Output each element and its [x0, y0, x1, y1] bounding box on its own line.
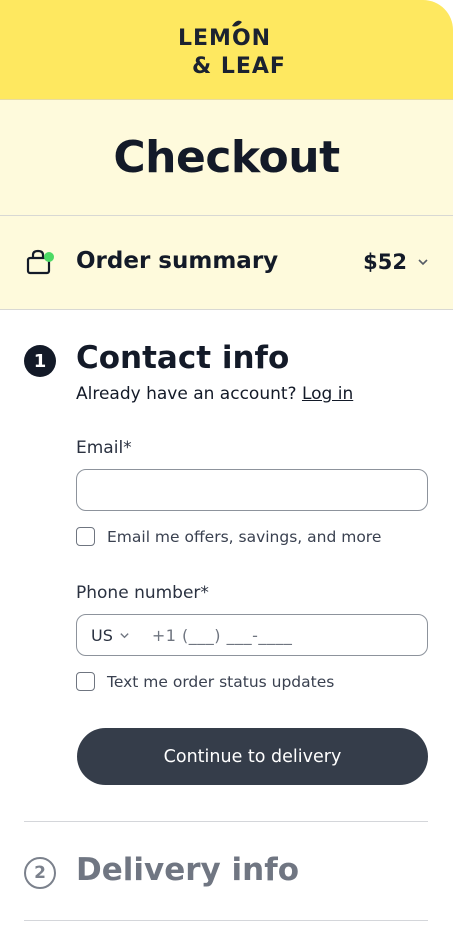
- step-1-badge: 1: [24, 345, 56, 377]
- checkout-page: LEMON & LEAF Checkout Order summary $52 …: [0, 0, 453, 936]
- brand-logo[interactable]: LEMON & LEAF: [178, 20, 285, 82]
- sms-opt-in[interactable]: Text me order status updates: [76, 672, 334, 691]
- account-prompt: Already have an account? Log in: [76, 384, 353, 404]
- logo-text-line2: & LEAF: [192, 54, 286, 79]
- email-opt-in-checkbox[interactable]: [76, 527, 95, 546]
- country-code-value: US: [91, 625, 113, 645]
- email-opt-in-label: Email me offers, savings, and more: [107, 527, 382, 546]
- logo-text-line1: LEMON: [178, 26, 272, 51]
- contact-info-heading: Contact info: [76, 340, 290, 376]
- step-2-badge: 2: [24, 857, 56, 889]
- email-opt-in[interactable]: Email me offers, savings, and more: [76, 527, 381, 546]
- sms-opt-in-checkbox[interactable]: [76, 672, 95, 691]
- section-divider: [24, 821, 428, 822]
- order-total: $52: [363, 250, 407, 274]
- chevron-down-icon: [120, 632, 129, 638]
- delivery-info-heading[interactable]: Delivery info: [76, 852, 299, 888]
- country-code-select[interactable]: US: [91, 626, 130, 645]
- order-summary-label: Order summary: [76, 248, 279, 274]
- chevron-down-icon: [418, 259, 428, 266]
- phone-label: Phone number*: [76, 583, 209, 603]
- email-label: Email*: [76, 438, 132, 458]
- section-divider: [24, 920, 428, 921]
- account-prompt-text: Already have an account?: [76, 384, 297, 404]
- continue-to-delivery-button[interactable]: Continue to delivery: [77, 728, 428, 785]
- phone-number-input[interactable]: +1 (___) ___-____: [152, 626, 293, 645]
- brand-header: LEMON & LEAF: [0, 0, 453, 100]
- title-band: Checkout: [0, 100, 453, 216]
- shopping-bag-icon: [26, 249, 54, 275]
- order-summary-toggle[interactable]: Order summary $52: [0, 216, 453, 310]
- email-input[interactable]: [76, 469, 428, 511]
- phone-field[interactable]: US +1 (___) ___-____: [76, 614, 428, 656]
- login-link[interactable]: Log in: [302, 384, 353, 404]
- page-title: Checkout: [113, 132, 340, 183]
- sms-opt-in-label: Text me order status updates: [107, 672, 335, 691]
